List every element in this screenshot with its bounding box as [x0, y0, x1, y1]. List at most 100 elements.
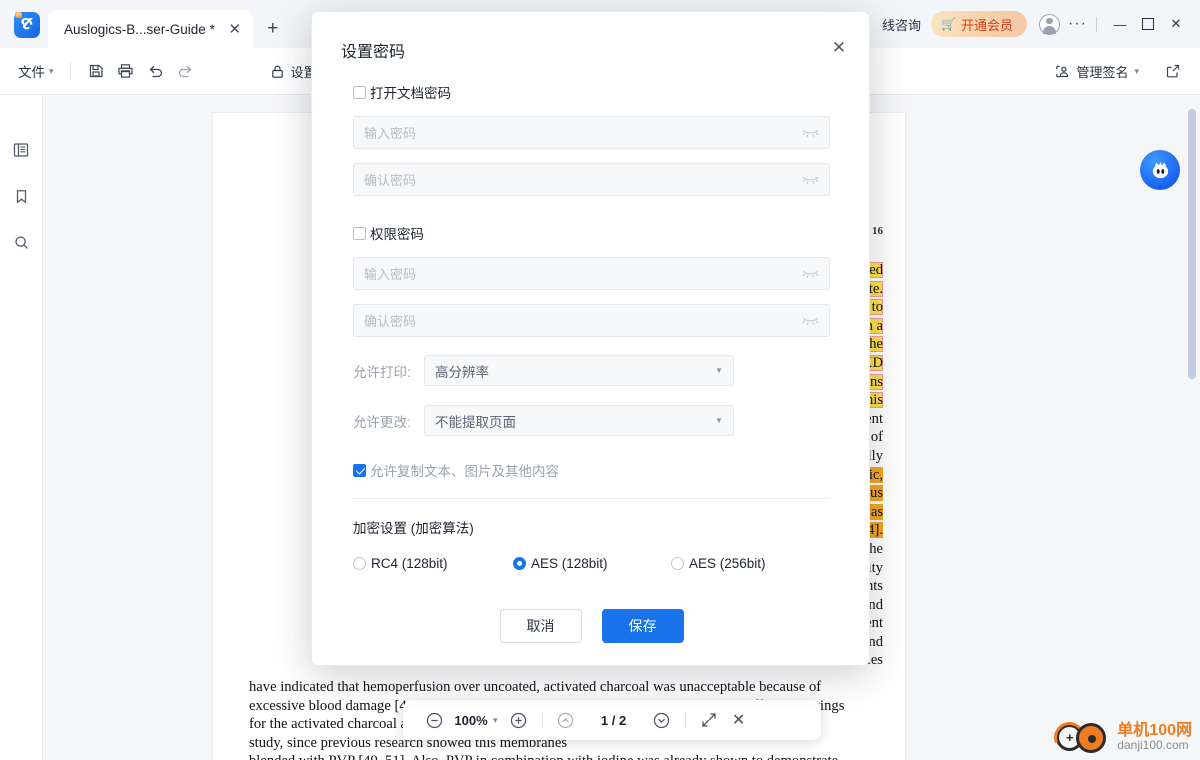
- chevron-down-icon[interactable]: ▾: [493, 715, 498, 726]
- encryption-section-title: 加密设置 (加密算法): [353, 521, 474, 536]
- divider: [69, 62, 71, 80]
- permission-password-checkbox-row[interactable]: 权限密码: [312, 223, 871, 243]
- external-link-icon[interactable]: [1158, 57, 1188, 85]
- file-menu-label: 文件: [18, 65, 45, 80]
- open-password-checkbox[interactable]: [353, 85, 366, 99]
- avatar[interactable]: [1039, 13, 1061, 35]
- allow-copy-checkbox-row[interactable]: 允许复制文本、图片及其他内容: [312, 460, 871, 480]
- allow-print-label: 允许打印:: [353, 364, 411, 380]
- permission-password-label: 权限密码: [370, 227, 424, 242]
- dialog-divider: [353, 498, 830, 499]
- open-password-input[interactable]: 输入密码: [353, 116, 830, 149]
- divider: [1096, 16, 1097, 32]
- signature-icon: [1056, 65, 1069, 77]
- bookmark-icon[interactable]: [8, 183, 34, 209]
- permission-password-confirm-input[interactable]: 确认密码: [353, 304, 830, 337]
- document-line: blended with PVP [49–51]. Also, PVP in c…: [249, 752, 883, 760]
- ellipsis-icon[interactable]: ···: [1068, 15, 1087, 33]
- allow-print-select[interactable]: 高分辨率 ▼: [424, 355, 734, 386]
- app-logo-icon: AI: [14, 12, 40, 38]
- close-toolbar-icon[interactable]: ✕: [724, 705, 754, 735]
- next-page-icon[interactable]: [647, 705, 677, 735]
- save-button[interactable]: 保存: [601, 609, 684, 643]
- scrollbar-thumb[interactable]: [1188, 109, 1196, 379]
- set-password-dialog: 设置密码 ✕ 打开文档密码 输入密码 确认密码 权限密码 输入密码 确认密码 允…: [311, 11, 870, 666]
- ai-assistant-icon: [1152, 161, 1168, 178]
- maximize-icon[interactable]: [1134, 13, 1162, 35]
- open-password-checkbox-row[interactable]: 打开文档密码: [312, 82, 871, 102]
- search-icon[interactable]: [8, 229, 34, 255]
- allow-change-select[interactable]: 不能提取页面 ▼: [424, 405, 734, 436]
- watermark-logo-icon: +: [1049, 716, 1110, 759]
- cart-icon: 🛒: [941, 17, 956, 31]
- dialog-button-row: 取消 保存: [312, 609, 871, 643]
- chevron-down-icon: ▼: [715, 366, 723, 375]
- toolbar-right-group: 管理签名 ▾: [1045, 57, 1188, 86]
- online-consult-link[interactable]: 线咨询: [882, 15, 921, 34]
- dialog-title: 设置密码: [341, 44, 406, 61]
- cancel-button[interactable]: 取消: [499, 609, 582, 643]
- radio-aes256-label: AES (256bit): [689, 556, 766, 571]
- permission-password-checkbox[interactable]: [353, 226, 366, 240]
- watermark-line1: 单机100网: [1117, 722, 1192, 739]
- watermark-line2: danji100.com: [1117, 738, 1189, 752]
- allow-print-value: 高分辨率: [435, 364, 489, 380]
- file-menu-button[interactable]: 文件 ▾: [12, 57, 60, 85]
- eye-closed-icon[interactable]: [802, 315, 819, 326]
- allow-copy-label: 允许复制文本、图片及其他内容: [370, 464, 559, 479]
- allow-copy-checkbox[interactable]: [353, 463, 366, 477]
- encryption-option-aes128[interactable]: AES (128bit): [513, 556, 671, 571]
- document-line: have indicated that hemoperfusion over u…: [249, 679, 822, 695]
- dialog-close-icon[interactable]: ✕: [825, 34, 853, 62]
- upgrade-vip-button[interactable]: 🛒 开通会员: [931, 11, 1028, 37]
- allow-change-row: 允许更改: 不能提取页面 ▼: [312, 405, 871, 436]
- vip-button-label: 开通会员: [961, 17, 1014, 33]
- zoom-out-icon[interactable]: [419, 705, 449, 735]
- thumbnails-icon[interactable]: [8, 137, 34, 163]
- undo-icon[interactable]: [141, 57, 171, 85]
- tab-title: Auslogics-B...ser-Guide *: [64, 21, 215, 37]
- window-close-icon[interactable]: ✕: [1162, 13, 1190, 35]
- ai-assistant-button[interactable]: [1140, 150, 1180, 190]
- radio-rc4-label: RC4 (128bit): [371, 556, 448, 571]
- radio-rc4[interactable]: [353, 557, 366, 570]
- divider: [684, 712, 686, 728]
- encryption-option-aes256[interactable]: AES (256bit): [671, 556, 766, 571]
- eye-closed-icon[interactable]: [802, 127, 819, 138]
- encryption-option-rc4[interactable]: RC4 (128bit): [353, 556, 513, 571]
- radio-aes128[interactable]: [513, 557, 526, 570]
- allow-change-value: 不能提取页面: [435, 414, 516, 430]
- permission-password-placeholder: 输入密码: [364, 267, 417, 282]
- left-sidebar: [0, 95, 43, 760]
- tab-close-icon[interactable]: ✕: [223, 17, 247, 41]
- eye-closed-icon[interactable]: [802, 268, 819, 279]
- permission-password-input[interactable]: 输入密码: [353, 257, 830, 290]
- radio-aes128-label: AES (128bit): [531, 556, 608, 571]
- minimize-icon[interactable]: —: [1106, 13, 1134, 35]
- lock-icon: [271, 65, 283, 78]
- redo-icon[interactable]: [171, 57, 201, 85]
- window-controls-area: 线咨询 🛒 开通会员 ··· — ✕: [882, 11, 1200, 48]
- app-window: AI Auslogics-B...ser-Guide * ✕ + 线咨询 🛒 开…: [0, 0, 1200, 760]
- document-tab[interactable]: Auslogics-B...ser-Guide * ✕: [48, 10, 253, 48]
- new-tab-button[interactable]: +: [261, 17, 285, 41]
- dialog-body: 打开文档密码 输入密码 确认密码 权限密码 输入密码 确认密码 允许打印: 高分…: [312, 82, 871, 643]
- print-icon[interactable]: [111, 57, 141, 85]
- prev-page-icon[interactable]: [551, 705, 581, 735]
- fullscreen-icon[interactable]: [694, 705, 724, 735]
- chevron-down-icon: ▾: [49, 65, 54, 76]
- allow-change-label: 允许更改:: [353, 414, 411, 430]
- manage-signature-button[interactable]: 管理签名 ▾: [1045, 57, 1148, 86]
- zoom-in-icon[interactable]: [504, 705, 534, 735]
- page-indicator: 1 / 2: [600, 712, 627, 728]
- chevron-down-icon: ▼: [715, 416, 723, 425]
- encryption-radio-group: RC4 (128bit) AES (128bit) AES (256bit): [312, 556, 871, 571]
- open-password-placeholder: 输入密码: [364, 126, 417, 141]
- save-icon[interactable]: [81, 57, 111, 85]
- chevron-down-icon: ▾: [1134, 65, 1139, 76]
- open-password-confirm-input[interactable]: 确认密码: [353, 163, 830, 196]
- zoom-level-value[interactable]: 100%: [449, 713, 493, 728]
- vertical-scrollbar[interactable]: [1188, 109, 1196, 749]
- radio-aes256[interactable]: [671, 557, 684, 570]
- eye-closed-icon[interactable]: [802, 174, 819, 185]
